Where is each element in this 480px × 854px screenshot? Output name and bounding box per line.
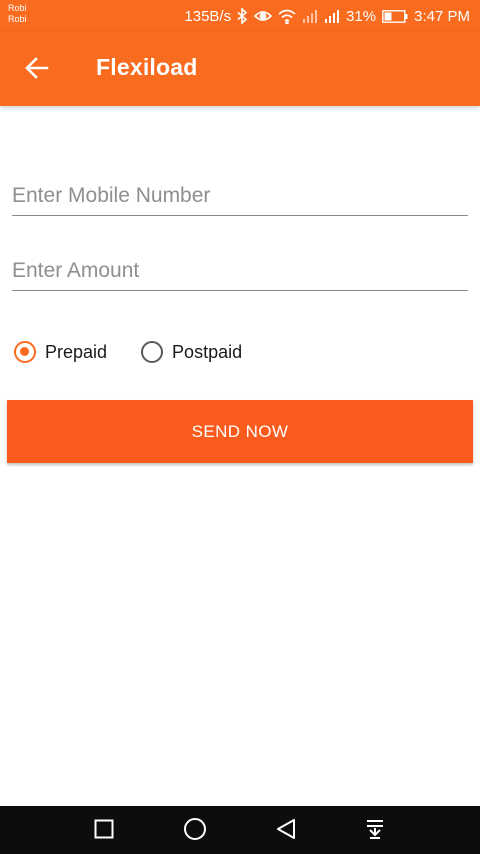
bluetooth-icon [237,8,248,24]
back-nav-button[interactable] [273,818,299,844]
recents-square-icon [94,819,114,843]
page-title: Flexiload [96,54,198,80]
battery-percent: 31% [346,7,377,25]
carrier-name-sim2: Robi [8,14,27,24]
network-speed: 135B/s [184,7,232,25]
back-triangle-icon [275,818,297,844]
radio-option-prepaid[interactable]: Prepaid [14,341,107,363]
radio-button-prepaid[interactable] [14,341,36,363]
carrier-name-sim1: Robi [8,3,27,13]
battery-icon [382,9,408,23]
arrow-left-icon [25,57,49,83]
recents-button[interactable] [91,818,117,844]
mobile-number-field-container [12,176,468,220]
app-bar: Flexiload [0,32,480,106]
radio-option-postpaid[interactable]: Postpaid [141,341,242,363]
signal-icon [324,9,340,23]
eye-icon [254,9,273,23]
wifi-icon [278,9,296,24]
carrier-info: Robi Robi [8,3,27,25]
system-navigation-bar [0,806,480,854]
signal-icon [302,9,318,23]
notification-pull-icon [364,818,386,844]
radio-button-postpaid[interactable] [141,341,164,363]
connection-type-radio-group: Prepaid Postpaid [14,337,276,367]
radio-label-postpaid: Postpaid [172,341,243,362]
amount-field-container [12,251,468,295]
send-now-button[interactable]: SEND NOW [7,400,473,463]
mobile-number-input[interactable] [12,176,468,216]
home-button[interactable] [182,818,208,844]
home-circle-icon [183,817,207,845]
back-button[interactable] [20,55,54,85]
notification-button[interactable] [362,818,388,844]
status-indicators: 135B/s 31% 3:47 PM [184,6,470,26]
radio-label-prepaid: Prepaid [45,341,108,362]
status-bar: Robi Robi 135B/s 31% 3:47 PM [0,0,480,32]
flexiload-screen: Robi Robi 135B/s 31% 3:47 PM Flexiload E… [0,0,480,854]
clock-time: 3:47 PM [414,7,470,25]
amount-input[interactable] [12,251,468,291]
